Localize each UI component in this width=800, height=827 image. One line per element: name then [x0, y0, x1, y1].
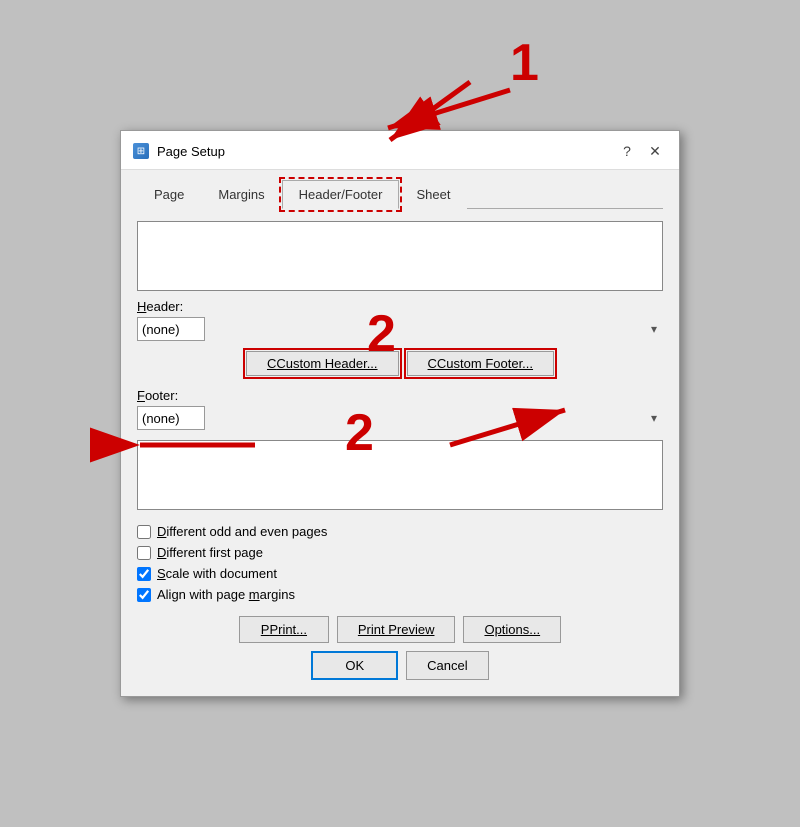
checkbox-diff-first[interactable]: [137, 546, 151, 560]
print-button[interactable]: PPrint...: [239, 616, 329, 643]
print-preview-button[interactable]: Print Preview: [337, 616, 456, 643]
checkbox-scale-doc-row: Scale with document: [137, 566, 663, 581]
checkbox-diff-odd-even-row: Different odd and even pages: [137, 524, 663, 539]
checkbox-align-margins-label[interactable]: Align with page margins: [157, 587, 295, 602]
header-dropdown-row: (none): [137, 317, 663, 341]
custom-buttons-row: CCustom Header... CCustom Footer...: [137, 351, 663, 376]
bottom-buttons-row: PPrint... Print Preview Options...: [137, 616, 663, 643]
custom-footer-button[interactable]: CCustom Footer...: [407, 351, 554, 376]
print-label: Print...: [269, 622, 307, 637]
custom-footer-label: Custom Footer...: [437, 356, 533, 371]
tab-page[interactable]: Page: [137, 180, 201, 209]
checkbox-diff-first-label[interactable]: Different first page: [157, 545, 263, 560]
main-content: Header: (none) CCustom Header... CCustom…: [137, 221, 663, 602]
dialog-content: Page Margins Header/Footer Sheet Header:…: [121, 170, 679, 696]
options-button[interactable]: Options...: [463, 616, 561, 643]
print-preview-label: Print Preview: [358, 622, 435, 637]
header-preview-box: [137, 221, 663, 291]
custom-header-button[interactable]: CCustom Header...: [246, 351, 399, 376]
ok-button[interactable]: OK: [311, 651, 398, 680]
checkbox-scale-doc[interactable]: [137, 567, 151, 581]
dialog-title: Page Setup: [157, 144, 225, 159]
title-controls: ? ✕: [615, 139, 667, 163]
ok-cancel-row: OK Cancel: [137, 651, 663, 680]
page-setup-dialog: ⊞ Page Setup ? ✕ Page Margins Header/Foo…: [120, 130, 680, 697]
tab-margins[interactable]: Margins: [201, 180, 281, 209]
header-dropdown[interactable]: (none): [137, 317, 205, 341]
checkbox-align-margins-row: Align with page margins: [137, 587, 663, 602]
checkbox-diff-first-row: Different first page: [137, 545, 663, 560]
checkbox-diff-odd-even[interactable]: [137, 525, 151, 539]
checkbox-diff-odd-even-label[interactable]: Different odd and even pages: [157, 524, 327, 539]
tab-header-footer[interactable]: Header/Footer: [282, 180, 400, 209]
title-bar-left: ⊞ Page Setup: [133, 143, 225, 159]
close-button[interactable]: ✕: [643, 139, 667, 163]
options-label: Options...: [484, 622, 540, 637]
footer-dropdown-row: (none): [137, 406, 663, 430]
annotation-1-arrow: [388, 90, 510, 128]
title-bar: ⊞ Page Setup ? ✕: [121, 131, 679, 170]
tab-sheet[interactable]: Sheet: [399, 180, 467, 209]
cancel-button[interactable]: Cancel: [406, 651, 488, 680]
checkbox-align-margins[interactable]: [137, 588, 151, 602]
tabs-bar: Page Margins Header/Footer Sheet: [137, 180, 663, 209]
custom-header-label: Custom Header...: [276, 356, 377, 371]
footer-dropdown[interactable]: (none): [137, 406, 205, 430]
footer-preview-box: [137, 440, 663, 510]
header-label: Header:: [137, 299, 663, 314]
annotation-1-text: 1: [510, 34, 539, 92]
footer-dropdown-wrapper: (none): [137, 406, 663, 430]
dialog-icon: ⊞: [133, 143, 149, 159]
footer-label: Footer:: [137, 388, 663, 403]
header-dropdown-wrapper: (none): [137, 317, 663, 341]
checkbox-scale-doc-label[interactable]: Scale with document: [157, 566, 277, 581]
help-button[interactable]: ?: [615, 139, 639, 163]
